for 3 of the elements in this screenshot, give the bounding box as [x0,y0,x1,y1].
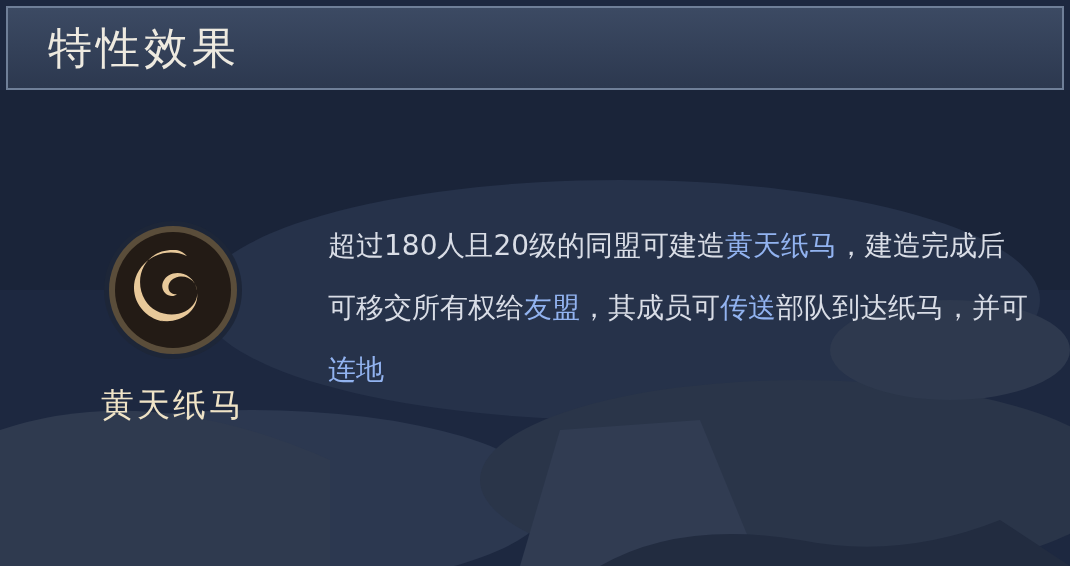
effect-description: 超过180人且20级的同盟可建造黄天纸马，建造完成后可移交所有权给友盟，其成员可传送部队到达纸马，并可 连地 [328,228,1028,388]
building-name: 黄天纸马 [101,384,245,426]
panel-title: 特性效果 [48,20,240,75]
